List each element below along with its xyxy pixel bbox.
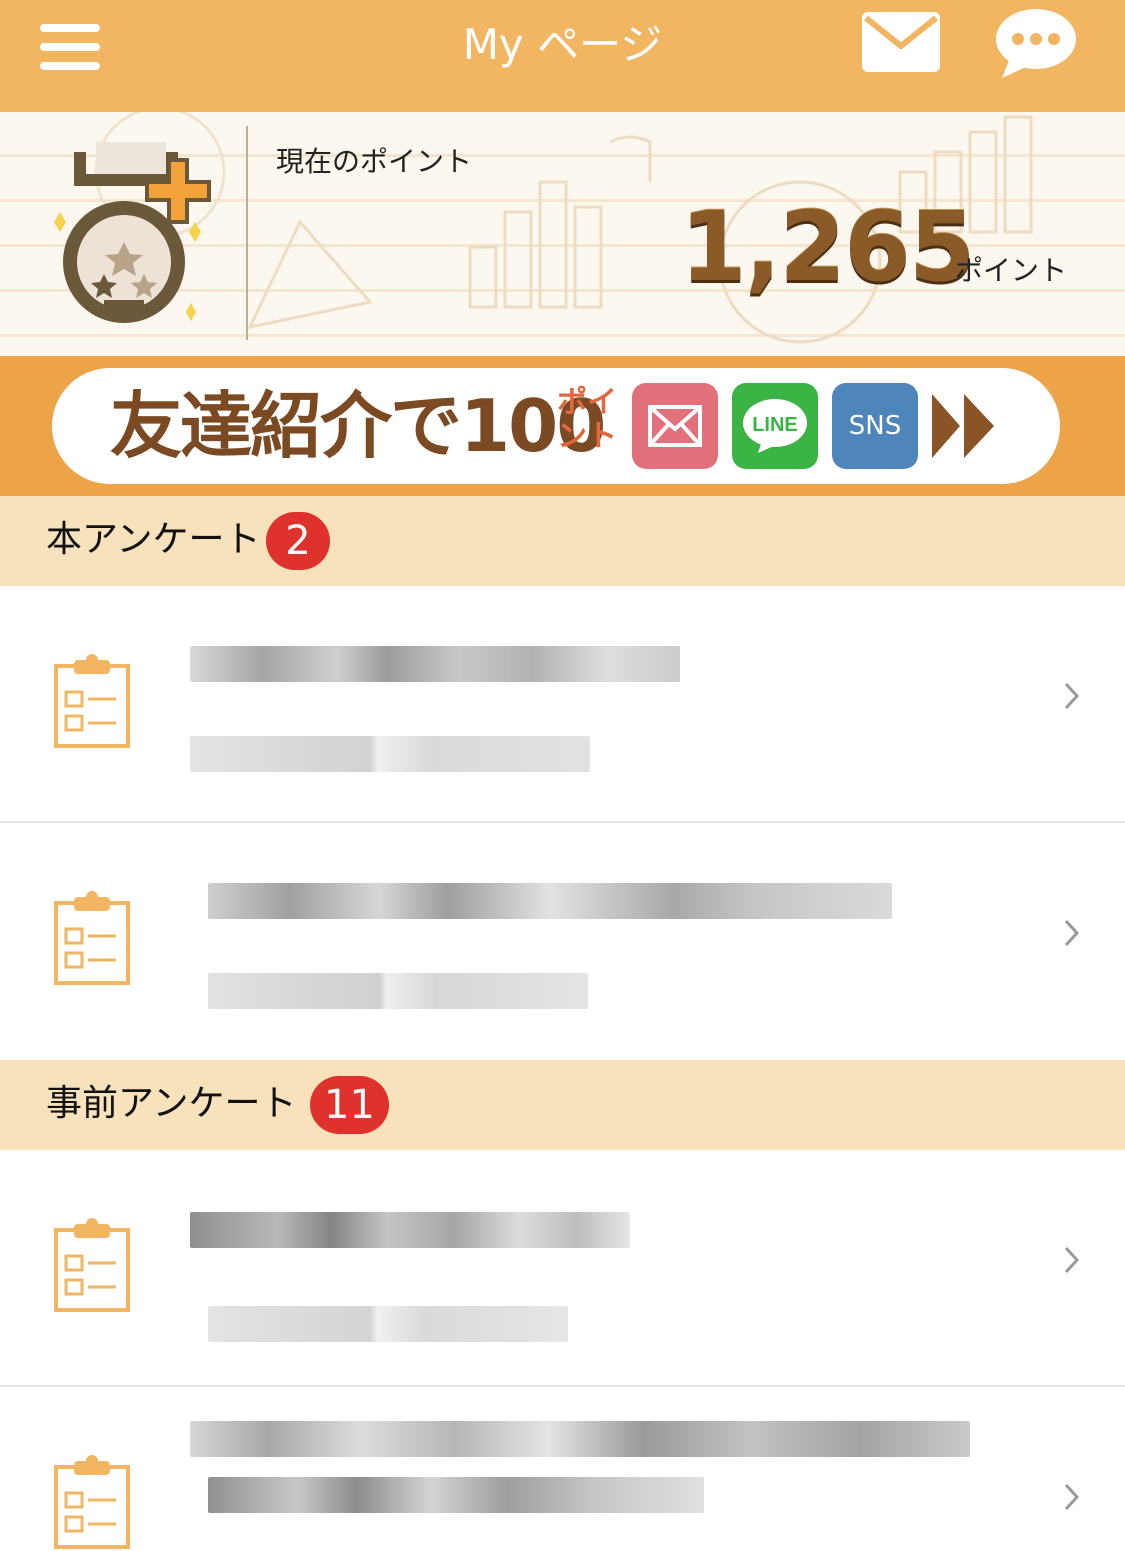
count-badge: 11 (310, 1076, 389, 1134)
app-header: My ページ (0, 0, 1125, 112)
clipboard-icon (54, 891, 130, 985)
section-header-pre-survey: 事前アンケート 11 (0, 1060, 1125, 1150)
section-header-main-survey: 本アンケート 2 (0, 496, 1125, 586)
referral-banner-area: 友達紹介で100 ポイント LINE SNS (0, 356, 1125, 496)
survey-title-redacted (190, 1212, 630, 1248)
clipboard-icon (54, 1218, 130, 1312)
survey-subtitle-redacted (208, 973, 588, 1009)
chevron-right-icon (1064, 919, 1080, 947)
svg-text:LINE: LINE (752, 414, 798, 436)
points-panel: 現在のポイント 1,265 ポイント (0, 112, 1125, 356)
points-label: 現在のポイント (276, 145, 473, 178)
referral-banner[interactable]: 友達紹介で100 ポイント LINE SNS (52, 368, 1060, 484)
mail-icon[interactable] (860, 10, 942, 74)
banner-text: 友達紹介で100 (110, 384, 606, 468)
chat-bubble-icon[interactable] (994, 6, 1078, 80)
survey-row[interactable] (0, 1387, 1125, 1549)
survey-title-redacted (190, 1421, 970, 1457)
points-value: 1,265 (680, 191, 976, 303)
survey-subtitle-redacted (208, 1306, 568, 1342)
survey-row[interactable] (0, 586, 1125, 823)
survey-subtitle-redacted (190, 736, 590, 772)
survey-row[interactable] (0, 1150, 1125, 1387)
points-logo-icon (54, 142, 211, 323)
clipboard-icon (54, 1455, 130, 1549)
sns-share-icon: SNS (832, 383, 918, 469)
section-title: 本アンケート (46, 519, 261, 560)
survey-row[interactable] (0, 823, 1125, 1060)
mail-share-icon (632, 383, 718, 469)
survey-title-redacted (208, 883, 892, 919)
double-chevron-right-icon (932, 394, 994, 458)
points-unit: ポイント (955, 254, 1068, 287)
chevron-right-icon (1064, 1246, 1080, 1274)
count-badge: 2 (266, 512, 330, 570)
section-title: 事前アンケート (46, 1083, 297, 1124)
survey-title-redacted (190, 646, 680, 682)
chevron-right-icon (1064, 1483, 1080, 1511)
clipboard-icon (54, 654, 130, 748)
banner-small-text: ポイント (557, 385, 617, 454)
points-divider (246, 126, 248, 340)
chevron-right-icon (1064, 682, 1080, 710)
survey-title-redacted-line2 (208, 1477, 704, 1513)
line-share-icon: LINE (732, 383, 818, 469)
page-title: My ページ (462, 20, 663, 69)
